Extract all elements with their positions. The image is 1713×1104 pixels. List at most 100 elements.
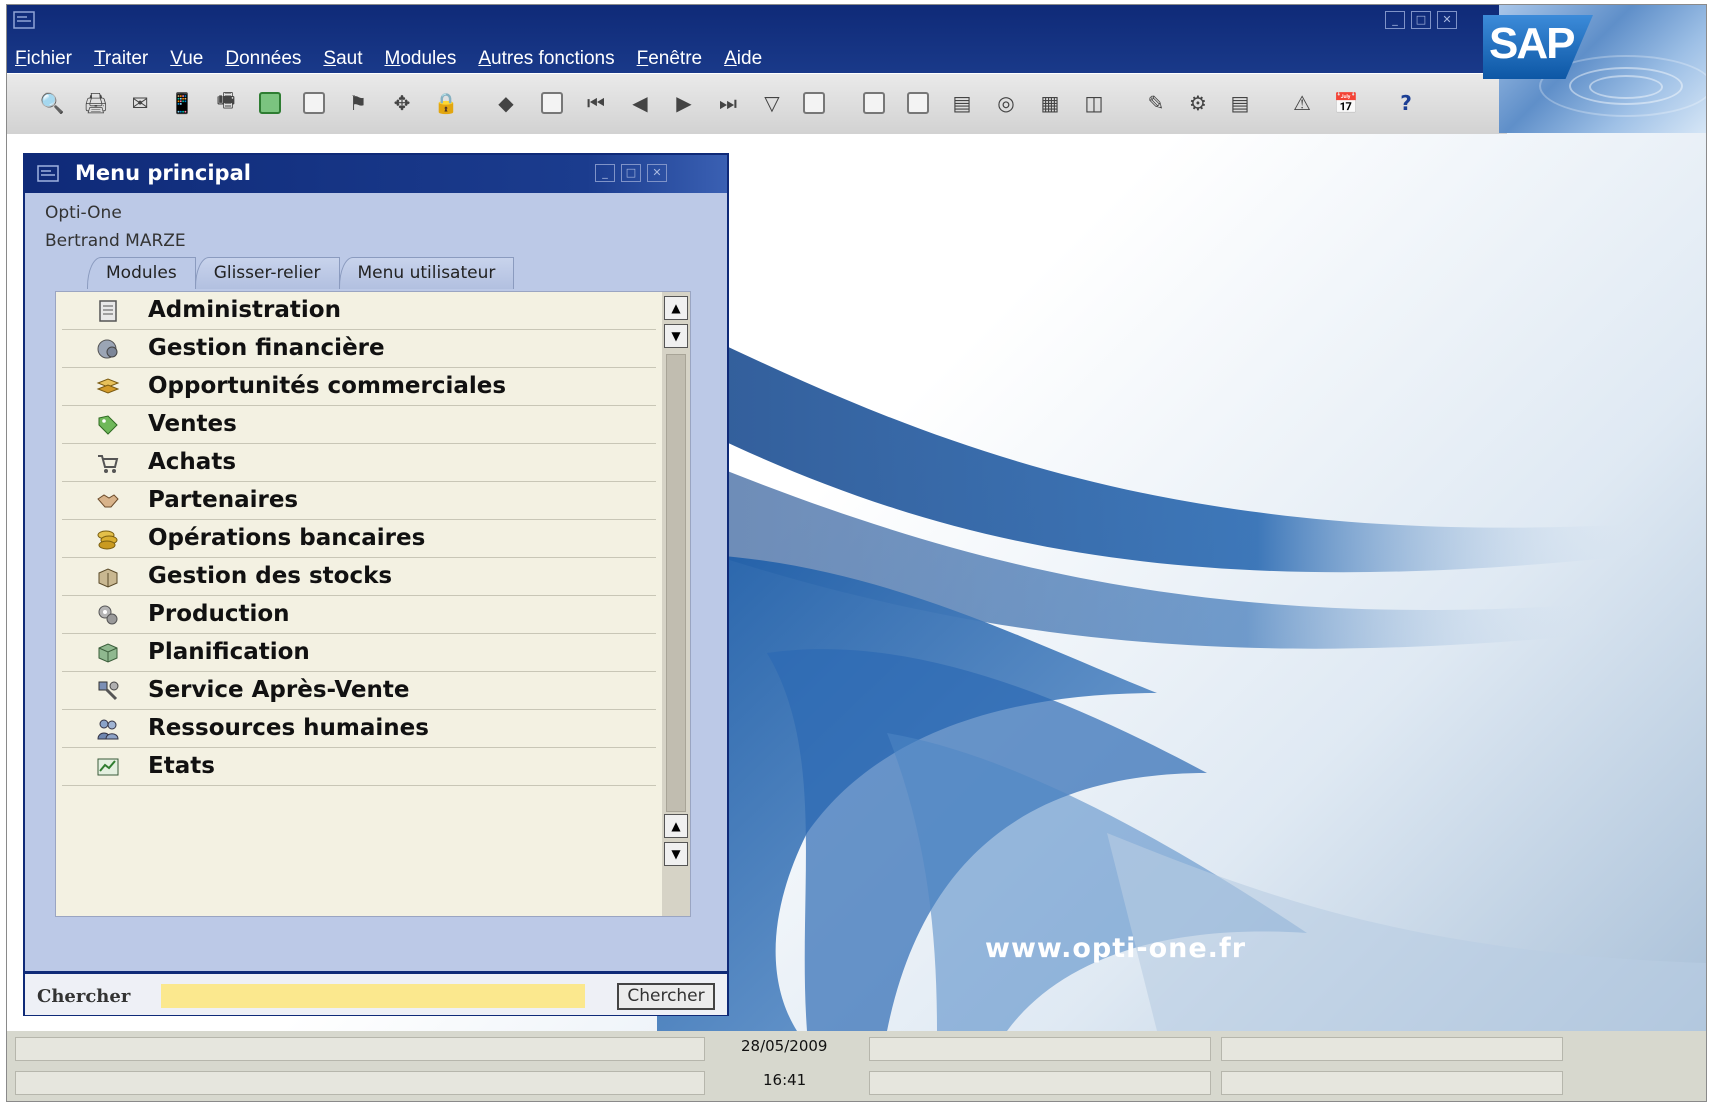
tab-modules[interactable]: Modules: [87, 257, 196, 289]
volume-weight-icon[interactable]: ▦: [1035, 88, 1065, 118]
maximize-button[interactable]: □: [1411, 11, 1431, 29]
target-document-icon[interactable]: [903, 88, 933, 118]
modules-scrollbar[interactable]: ▲ ▼ ▲ ▼: [662, 292, 690, 916]
modules-list: Administration Gestion financière Opport…: [55, 291, 691, 917]
module-label: Production: [148, 601, 290, 627]
tab-menu-utilisateur[interactable]: Menu utilisateur: [338, 257, 515, 289]
status-field-6: [1221, 1071, 1563, 1095]
settings-icon[interactable]: ⚙: [1183, 88, 1213, 118]
search-input[interactable]: [161, 984, 585, 1008]
menu-modules[interactable]: Modules: [385, 48, 457, 70]
lock-icon[interactable]: 🔒: [431, 88, 461, 118]
main-menu-titlebar[interactable]: Menu principal _ □ ✕: [25, 155, 727, 193]
administration-icon: [99, 300, 117, 322]
find-icon[interactable]: ◆: [491, 88, 521, 118]
menu-bar: Fichier Traiter Vue Données Saut Modules…: [7, 45, 762, 73]
sap-logo-text: SAP: [1489, 19, 1575, 68]
module-label: Achats: [148, 449, 237, 475]
alert-icon[interactable]: ⚠: [1287, 88, 1317, 118]
search-bar: Chercher Chercher: [25, 971, 727, 1015]
menu-autres-fonctions[interactable]: Autres fonctions: [478, 48, 614, 70]
last-record-icon[interactable]: ⏭: [713, 88, 743, 118]
menu-traiter[interactable]: Traiter: [94, 48, 148, 70]
module-planification[interactable]: Planification: [62, 634, 656, 672]
module-label: Partenaires: [148, 487, 299, 513]
inventory-box-icon: [98, 568, 118, 588]
previous-page-icon[interactable]: ⏮: [581, 88, 611, 118]
module-production[interactable]: Production: [62, 596, 656, 634]
minimize-button[interactable]: _: [1385, 11, 1405, 29]
fax-icon[interactable]: 🖷: [211, 88, 241, 118]
report-icon[interactable]: ▤: [1225, 88, 1255, 118]
calendar-icon[interactable]: 📅: [1331, 88, 1361, 118]
main-menu-close-button[interactable]: ✕: [647, 164, 667, 182]
word-icon[interactable]: [299, 88, 329, 118]
pen-icon[interactable]: ✎: [1141, 88, 1171, 118]
people-icon: [97, 719, 119, 740]
menu-vue[interactable]: Vue: [170, 48, 203, 70]
pdf-icon[interactable]: ⚑: [343, 88, 373, 118]
scroll-page-up-button[interactable]: ▲: [664, 814, 688, 838]
menu-fenetre[interactable]: Fenêtre: [637, 48, 702, 70]
main-menu-maximize-button[interactable]: □: [621, 164, 641, 182]
module-ressources-humaines[interactable]: Ressources humaines: [62, 710, 656, 748]
module-label: Ventes: [148, 411, 237, 437]
module-label: Opérations bancaires: [148, 525, 426, 551]
reports-chart-icon: [97, 758, 119, 776]
preview-icon[interactable]: 🔍: [37, 88, 67, 118]
move-icon[interactable]: ✥: [387, 88, 417, 118]
excel-icon[interactable]: [255, 88, 285, 118]
planning-cube-icon: [98, 643, 118, 663]
first-record-icon[interactable]: [537, 88, 567, 118]
main-menu-tabs: Modules Glisser-relier Menu utilisateur: [87, 257, 515, 289]
base-document-icon[interactable]: [859, 88, 889, 118]
status-message-field-2: [15, 1071, 705, 1095]
sort-icon[interactable]: [799, 88, 829, 118]
help-icon[interactable]: ?: [1391, 88, 1421, 118]
module-gestion-des-stocks[interactable]: Gestion des stocks: [62, 558, 656, 596]
email-icon[interactable]: ✉: [125, 88, 155, 118]
module-gestion-financiere[interactable]: Gestion financière: [62, 330, 656, 368]
module-label: Ressources humaines: [148, 715, 429, 741]
next-record-icon[interactable]: ▶: [669, 88, 699, 118]
menu-aide[interactable]: Aide: [724, 48, 762, 70]
module-opportunites-commerciales[interactable]: Opportunités commerciales: [62, 368, 656, 406]
search-button[interactable]: Chercher: [617, 983, 715, 1010]
website-url-text: www.opti-one.fr: [985, 933, 1247, 964]
module-achats[interactable]: Achats: [62, 444, 656, 482]
close-button[interactable]: ✕: [1437, 11, 1457, 29]
print-icon[interactable]: 🖨: [81, 88, 111, 118]
filter-icon[interactable]: ▽: [757, 88, 787, 118]
layout-icon[interactable]: ◫: [1079, 88, 1109, 118]
main-menu-window: Menu principal _ □ ✕ Opti-One Bertrand M…: [23, 153, 729, 1016]
menu-saut[interactable]: Saut: [323, 48, 362, 70]
user-name: Bertrand MARZE: [45, 231, 186, 251]
module-operations-bancaires[interactable]: Opérations bancaires: [62, 520, 656, 558]
window-menu-icon[interactable]: [37, 165, 59, 182]
scroll-up-button[interactable]: ▲: [664, 296, 688, 320]
module-etats[interactable]: Etats: [62, 748, 656, 786]
scroll-down-button[interactable]: ▼: [664, 324, 688, 348]
module-ventes[interactable]: Ventes: [62, 406, 656, 444]
status-field-4: [869, 1071, 1211, 1095]
payment-means-icon[interactable]: ◎: [991, 88, 1021, 118]
sms-icon[interactable]: 📱: [167, 88, 197, 118]
module-label: Etats: [148, 753, 215, 779]
scrollbar-track[interactable]: [666, 354, 686, 812]
finance-icon: [97, 339, 118, 359]
module-administration[interactable]: Administration: [62, 292, 656, 330]
scroll-page-down-button[interactable]: ▼: [664, 842, 688, 866]
main-menu-window-controls: _ □ ✕: [595, 164, 667, 182]
sap-application-window: www.opti-one.fr _ □ ✕ Fichier Traiter Vu…: [6, 4, 1707, 1102]
gross-profit-icon[interactable]: ▤: [947, 88, 977, 118]
handshake-icon: [97, 494, 119, 508]
tab-glisser-relier[interactable]: Glisser-relier: [194, 257, 340, 289]
previous-record-icon[interactable]: ◀: [625, 88, 655, 118]
module-label: Opportunités commerciales: [148, 373, 507, 399]
main-menu-minimize-button[interactable]: _: [595, 164, 615, 182]
module-service-apres-vente[interactable]: Service Après-Vente: [62, 672, 656, 710]
menu-fichier[interactable]: Fichier: [15, 48, 72, 70]
menu-donnees[interactable]: Données: [225, 48, 301, 70]
module-partenaires[interactable]: Partenaires: [62, 482, 656, 520]
application-menu-icon[interactable]: [13, 11, 35, 29]
